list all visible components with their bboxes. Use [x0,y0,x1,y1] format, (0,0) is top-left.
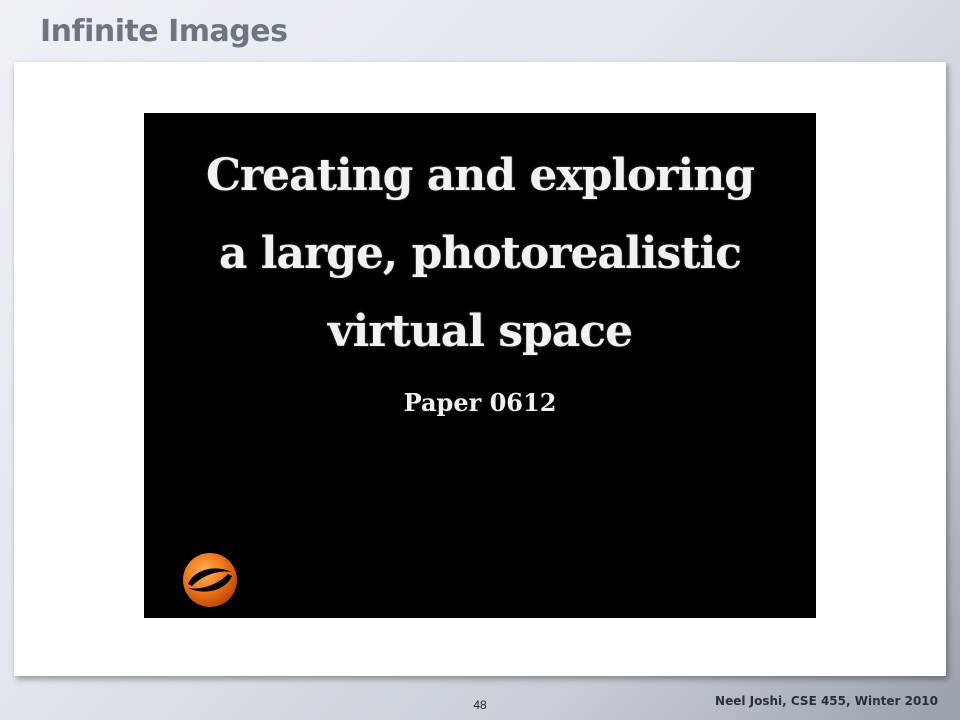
page-number: 48 [473,698,487,712]
video-heading-line-2: a large, photorealistic [218,228,742,279]
content-panel: Creating and exploring a large, photorea… [14,62,946,676]
video-heading-line-1: Creating and exploring [205,150,755,201]
video-frame[interactable]: Creating and exploring a large, photorea… [144,113,816,618]
video-heading-line-3: virtual space [327,306,633,357]
paper-id: Paper 0612 [403,388,557,417]
orange-swirl-logo-icon [180,550,240,610]
slide-title: Infinite Images [40,14,288,49]
footer-credit: Neel Joshi, CSE 455, Winter 2010 [715,694,938,708]
video-heading: Creating and exploring a large, photorea… [144,137,816,371]
